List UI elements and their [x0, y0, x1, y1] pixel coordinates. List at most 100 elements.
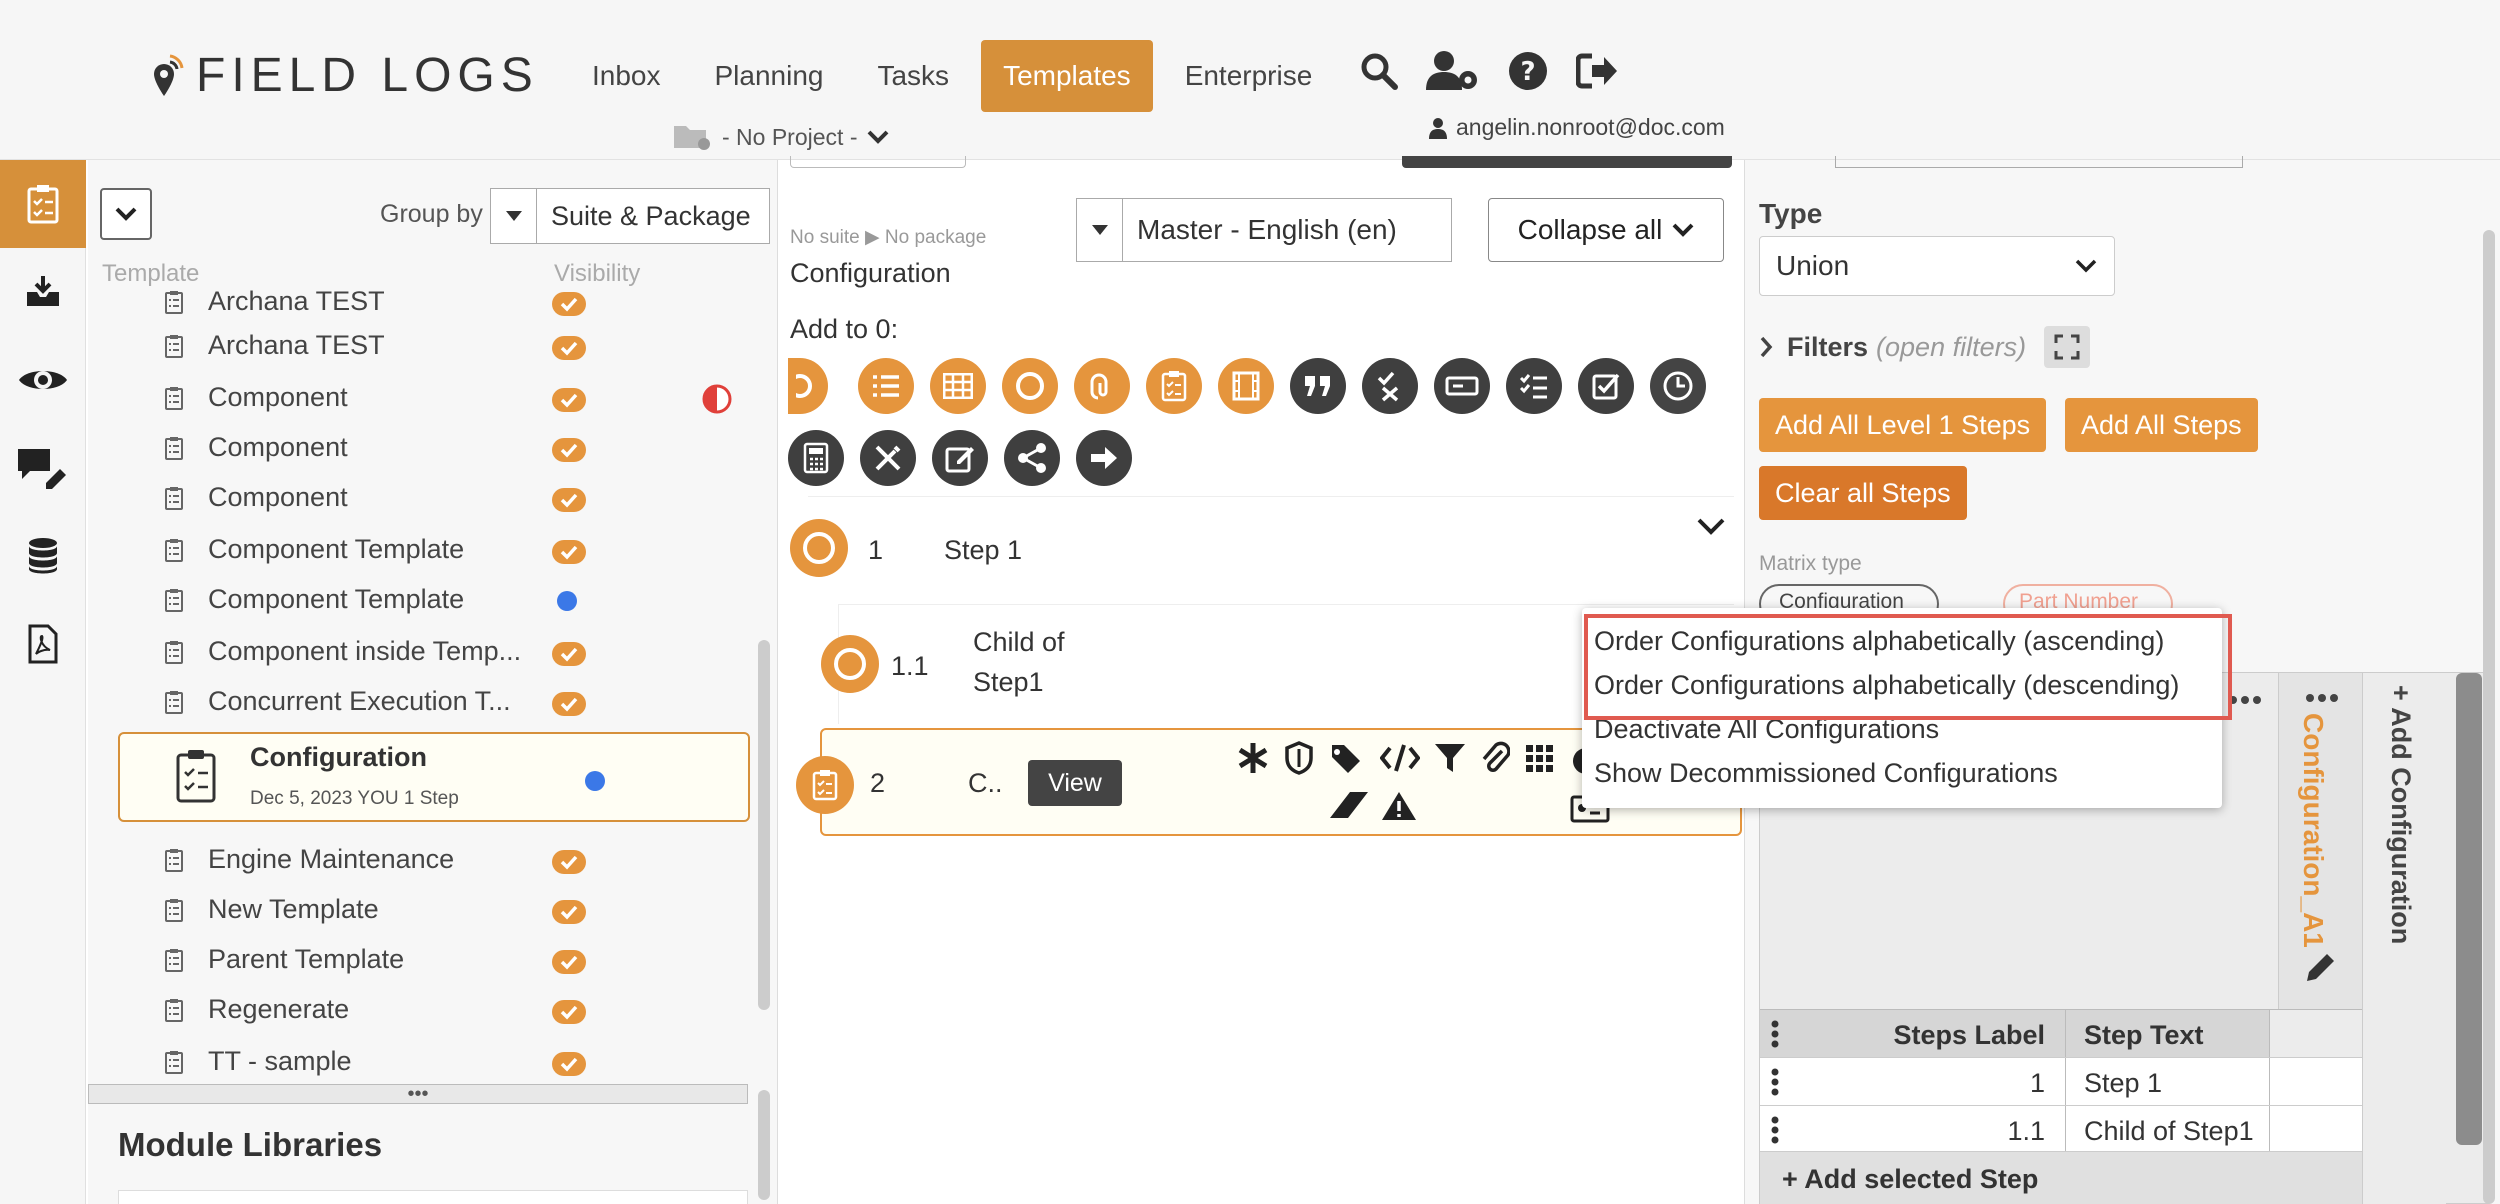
palette-list-icon[interactable]: [858, 358, 914, 414]
shield-icon[interactable]: [1284, 741, 1314, 775]
configuration-column[interactable]: Configuration_A1: [2278, 673, 2362, 1009]
visibility-check-icon[interactable]: [552, 540, 586, 569]
user-settings-icon[interactable]: [1426, 50, 1480, 92]
palette-step-icon[interactable]: [1002, 358, 1058, 414]
view-button[interactable]: View: [1028, 760, 1122, 806]
type-select[interactable]: Union: [1759, 236, 2115, 296]
add-selected-step-button[interactable]: + Add selected Step: [1760, 1151, 2362, 1204]
template-item[interactable]: Engine Maintenance: [88, 836, 758, 886]
tags-icon[interactable]: [1328, 741, 1366, 775]
visibility-check-icon[interactable]: [552, 642, 586, 671]
template-item[interactable]: Component: [88, 374, 758, 424]
right-panel-tab-stub[interactable]: [1835, 156, 2243, 168]
palette-calculator-icon[interactable]: [788, 430, 844, 486]
visibility-check-icon[interactable]: [552, 692, 586, 721]
editor-bar-stub[interactable]: [1402, 156, 1732, 168]
nav-tasks[interactable]: Tasks: [855, 40, 971, 112]
palette-table-icon[interactable]: [930, 358, 986, 414]
rail-inbox[interactable]: [0, 248, 86, 336]
palette-checklist-icon[interactable]: [1506, 358, 1562, 414]
visibility-check-icon[interactable]: [552, 388, 586, 417]
nav-planning[interactable]: Planning: [693, 40, 846, 112]
more-horizontal-icon[interactable]: [2228, 695, 2262, 705]
ruler-icon[interactable]: [1328, 790, 1370, 822]
kebab-icon[interactable]: [1760, 1106, 1790, 1153]
rail-comments[interactable]: [0, 424, 86, 512]
kebab-icon[interactable]: [1760, 1058, 1790, 1105]
template-item[interactable]: New Template: [88, 886, 758, 936]
template-item-selected[interactable]: Configuration Dec 5, 2023 YOU 1 Step: [118, 732, 750, 822]
panel-collapse-button[interactable]: [100, 188, 152, 240]
visibility-dot-icon[interactable]: [556, 590, 578, 617]
visibility-check-icon[interactable]: [552, 292, 586, 321]
visibility-check-icon[interactable]: [552, 488, 586, 517]
add-all-steps-button[interactable]: Add All Steps: [2065, 398, 2258, 452]
code-icon[interactable]: [1380, 743, 1420, 773]
cell-configuration[interactable]: [2270, 1058, 2362, 1105]
grid-icon[interactable]: [1524, 743, 1556, 773]
palette-input-field-icon[interactable]: [1434, 358, 1490, 414]
rail-templates[interactable]: [0, 160, 86, 248]
add-all-level1-steps-button[interactable]: Add All Level 1 Steps: [1759, 398, 2047, 452]
template-item[interactable]: TT - sample: [88, 1038, 758, 1088]
asterisk-icon[interactable]: [1236, 741, 1270, 775]
palette-check-cross-icon[interactable]: [1362, 358, 1418, 414]
table-row[interactable]: 1 Step 1: [1760, 1057, 2362, 1105]
module-scrollbar[interactable]: [758, 1090, 770, 1200]
kebab-icon[interactable]: [1760, 1010, 1790, 1057]
search-icon[interactable]: [1360, 52, 1398, 90]
panel-resize-handle[interactable]: •••: [88, 1083, 748, 1105]
palette-edit-icon[interactable]: [932, 430, 988, 486]
visibility-check-icon[interactable]: [552, 900, 586, 929]
matrix-scrollbar[interactable]: [2456, 673, 2482, 1145]
rail-database[interactable]: [0, 512, 86, 600]
group-by-select[interactable]: Suite & Package: [490, 188, 770, 244]
table-row[interactable]: 1.1 Child of Step1: [1760, 1105, 2362, 1153]
template-item[interactable]: Component Template: [88, 576, 758, 626]
visibility-check-icon[interactable]: [552, 1052, 586, 1081]
filters-toggle[interactable]: Filters (open filters): [1759, 326, 2091, 368]
field-logs-logo[interactable]: FIELD LOGS: [150, 48, 539, 103]
palette-share-icon[interactable]: [1004, 430, 1060, 486]
menu-show-decommissioned[interactable]: Show Decommissioned Configurations: [1594, 758, 2058, 789]
template-item[interactable]: Archana TEST: [88, 322, 758, 372]
palette-tools-icon[interactable]: [860, 430, 916, 486]
step-row-1[interactable]: 1 Step 1: [790, 496, 1734, 604]
template-item[interactable]: Parent Template: [88, 936, 758, 986]
editor-tab-stub[interactable]: [790, 156, 966, 168]
project-selector[interactable]: - No Project -: [672, 122, 889, 152]
template-item[interactable]: Component: [88, 424, 758, 474]
template-item[interactable]: Component inside Temp...: [88, 628, 758, 678]
fullscreen-icon[interactable]: [2044, 326, 2091, 368]
pencil-icon[interactable]: [2303, 951, 2337, 985]
visibility-check-icon[interactable]: [552, 1000, 586, 1029]
right-panel-scrollbar[interactable]: [2483, 230, 2495, 1204]
more-horizontal-icon[interactable]: [2305, 693, 2339, 703]
help-icon[interactable]: ?: [1508, 51, 1548, 91]
collapse-all-button[interactable]: Collapse all: [1488, 198, 1724, 262]
language-select[interactable]: Master - English (en): [1076, 198, 1452, 262]
nav-templates[interactable]: Templates: [981, 40, 1153, 112]
warning-icon[interactable]: [1380, 790, 1418, 822]
palette-template-icon[interactable]: [1146, 358, 1202, 414]
add-configuration-button[interactable]: + Add Configuration: [2385, 685, 2416, 944]
palette-media-icon[interactable]: [1218, 358, 1274, 414]
paperclip-icon[interactable]: [1480, 741, 1510, 775]
palette-checkbox-icon[interactable]: [1578, 358, 1634, 414]
logout-icon[interactable]: [1576, 52, 1618, 90]
template-item[interactable]: Concurrent Execution T...: [88, 678, 758, 728]
rail-view[interactable]: [0, 336, 86, 424]
template-item[interactable]: Component: [88, 474, 758, 524]
add-configuration-column[interactable]: + Add Configuration: [2362, 673, 2446, 1204]
visibility-check-icon[interactable]: [552, 438, 586, 467]
palette-half-step-icon[interactable]: [788, 358, 828, 414]
template-list-scrollbar[interactable]: [758, 640, 770, 1010]
nav-inbox[interactable]: Inbox: [570, 40, 683, 112]
palette-clock-icon[interactable]: [1650, 358, 1706, 414]
clear-all-steps-button[interactable]: Clear all Steps: [1759, 466, 1967, 520]
visibility-check-icon[interactable]: [552, 850, 586, 879]
rail-pdf[interactable]: [0, 600, 86, 688]
cell-configuration[interactable]: [2270, 1106, 2362, 1153]
palette-link-icon[interactable]: [1074, 358, 1130, 414]
palette-next-icon[interactable]: [1076, 430, 1132, 486]
